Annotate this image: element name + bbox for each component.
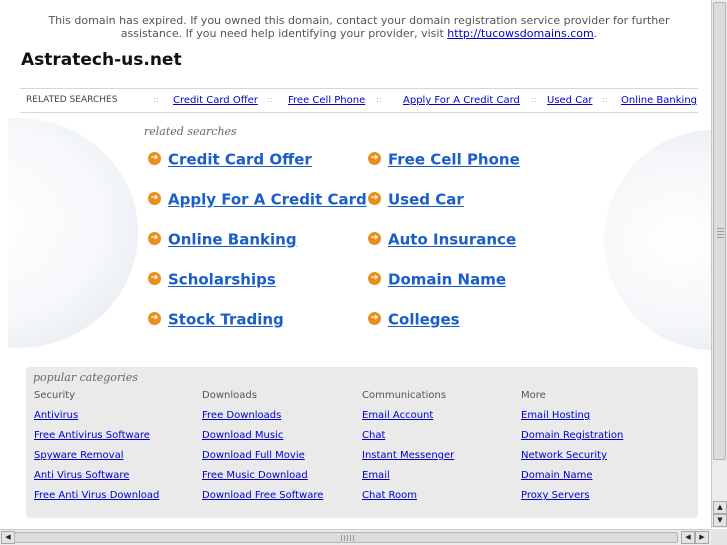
arrow-right-icon: ➔ [368, 312, 381, 325]
related-item[interactable]: ➔ Scholarships [148, 269, 276, 289]
arrow-right-icon: ➔ [368, 152, 381, 165]
related-link-stock-trading[interactable]: Stock Trading [168, 311, 284, 329]
bar-link-credit-card-offer[interactable]: Credit Card Offer [173, 95, 258, 106]
category-link[interactable]: Free Downloads [202, 409, 362, 429]
category-link[interactable]: Anti Virus Software [34, 469, 194, 489]
bar-link-free-cell-phone[interactable]: Free Cell Phone [288, 95, 365, 106]
horizontal-scroll-thumb[interactable] [14, 532, 678, 543]
related-bar-label: RELATED SEARCHES [26, 95, 118, 105]
category-column-security: Security Antivirus Free Antivirus Softwa… [34, 389, 194, 509]
popular-categories-heading: popular categories [33, 371, 138, 384]
related-item[interactable]: ➔ Stock Trading [148, 309, 284, 329]
bar-link-online-banking[interactable]: Online Banking [621, 95, 697, 106]
related-item[interactable]: ➔ Credit Card Offer [148, 149, 312, 169]
notice-tail: . [593, 27, 598, 40]
category-link[interactable]: Chat Room [362, 489, 522, 509]
page: This domain has expired. If you owned th… [8, 0, 711, 526]
related-link-credit-card-offer[interactable]: Credit Card Offer [168, 151, 312, 169]
site-title: Astratech-us.net [21, 50, 182, 70]
category-column-downloads: Downloads Free Downloads Download Music … [202, 389, 362, 509]
related-link-online-banking[interactable]: Online Banking [168, 231, 297, 249]
category-link[interactable]: Chat [362, 429, 522, 449]
category-link[interactable]: Antivirus [34, 409, 194, 429]
arrow-right-icon: ➔ [148, 192, 161, 205]
arrow-right-icon: ➔ [368, 272, 381, 285]
related-searches-heading: related searches [144, 125, 237, 138]
category-link[interactable]: Free Music Download [202, 469, 362, 489]
related-item[interactable]: ➔ Free Cell Phone [368, 149, 520, 169]
popular-categories-panel: popular categories Security Antivirus Fr… [26, 367, 698, 518]
scroll-down-button[interactable]: ▼ [713, 514, 727, 527]
separator: :: [531, 95, 537, 104]
arrow-right-icon: ➔ [148, 232, 161, 245]
scroll-up-button[interactable]: ▲ [713, 501, 727, 514]
related-item[interactable]: ➔ Auto Insurance [368, 229, 516, 249]
separator: :: [153, 95, 159, 104]
arrow-right-icon: ➔ [368, 232, 381, 245]
horizontal-scrollbar[interactable]: ◀ ◀ ▶ [0, 529, 711, 545]
category-link[interactable]: Email Account [362, 409, 522, 429]
related-link-used-car[interactable]: Used Car [388, 191, 464, 209]
grip-icon [717, 228, 724, 240]
arrow-right-icon: ➔ [368, 192, 381, 205]
category-column-communications: Communications Email Account Chat Instan… [362, 389, 522, 509]
arrow-right-icon: ➔ [148, 272, 161, 285]
scroll-right-button[interactable]: ▶ [695, 531, 709, 544]
related-link-scholarships[interactable]: Scholarships [168, 271, 276, 289]
related-item[interactable]: ➔ Apply For A Credit Card [148, 189, 367, 209]
grip-icon [341, 535, 355, 541]
separator: :: [376, 95, 382, 104]
category-link[interactable]: Download Full Movie [202, 449, 362, 469]
scroll-left-button[interactable]: ◀ [681, 531, 695, 544]
related-link-free-cell-phone[interactable]: Free Cell Phone [388, 151, 520, 169]
bar-link-apply-credit-card[interactable]: Apply For A Credit Card [403, 95, 520, 106]
separator: :: [267, 95, 273, 104]
category-link[interactable]: Network Security [521, 449, 681, 469]
category-title: Downloads [202, 390, 257, 401]
related-item[interactable]: ➔ Online Banking [148, 229, 297, 249]
scroll-left-button[interactable]: ◀ [1, 531, 15, 544]
separator: :: [602, 95, 608, 104]
divider-bottom [20, 112, 698, 113]
expired-notice: This domain has expired. If you owned th… [21, 14, 697, 40]
category-link[interactable]: Instant Messenger [362, 449, 522, 469]
bar-link-used-car[interactable]: Used Car [547, 95, 592, 106]
related-link-domain-name[interactable]: Domain Name [388, 271, 506, 289]
related-item[interactable]: ➔ Domain Name [368, 269, 506, 289]
scrollbar-corner [711, 529, 727, 545]
category-link[interactable]: Download Free Software [202, 489, 362, 509]
category-title: Security [34, 390, 76, 401]
category-title: More [521, 390, 546, 401]
related-item[interactable]: ➔ Used Car [368, 189, 464, 209]
arrow-right-icon: ➔ [148, 312, 161, 325]
category-link[interactable]: Domain Name [521, 469, 681, 489]
related-link-auto-insurance[interactable]: Auto Insurance [388, 231, 516, 249]
category-link[interactable]: Email [362, 469, 522, 489]
category-column-more: More Email Hosting Domain Registration N… [521, 389, 681, 509]
vertical-scroll-thumb[interactable] [713, 2, 726, 460]
related-link-apply-credit-card[interactable]: Apply For A Credit Card [168, 191, 367, 209]
category-link[interactable]: Download Music [202, 429, 362, 449]
category-link[interactable]: Free Anti Virus Download [34, 489, 194, 509]
category-link[interactable]: Free Antivirus Software [34, 429, 194, 449]
category-link[interactable]: Domain Registration [521, 429, 681, 449]
divider-top [20, 88, 698, 89]
category-link[interactable]: Email Hosting [521, 409, 681, 429]
tucows-link[interactable]: http://tucowsdomains.com [447, 27, 593, 40]
arrow-right-icon: ➔ [148, 152, 161, 165]
related-searches-bar: RELATED SEARCHES :: Credit Card Offer ::… [20, 92, 698, 110]
category-link[interactable]: Proxy Servers [521, 489, 681, 509]
related-link-colleges[interactable]: Colleges [388, 311, 460, 329]
category-title: Communications [362, 390, 447, 401]
decorative-bubble-left [8, 118, 138, 348]
category-link[interactable]: Spyware Removal [34, 449, 194, 469]
related-item[interactable]: ➔ Colleges [368, 309, 460, 329]
decorative-bubble-right [604, 130, 711, 350]
vertical-scrollbar[interactable]: ▲ ▼ [711, 0, 727, 528]
